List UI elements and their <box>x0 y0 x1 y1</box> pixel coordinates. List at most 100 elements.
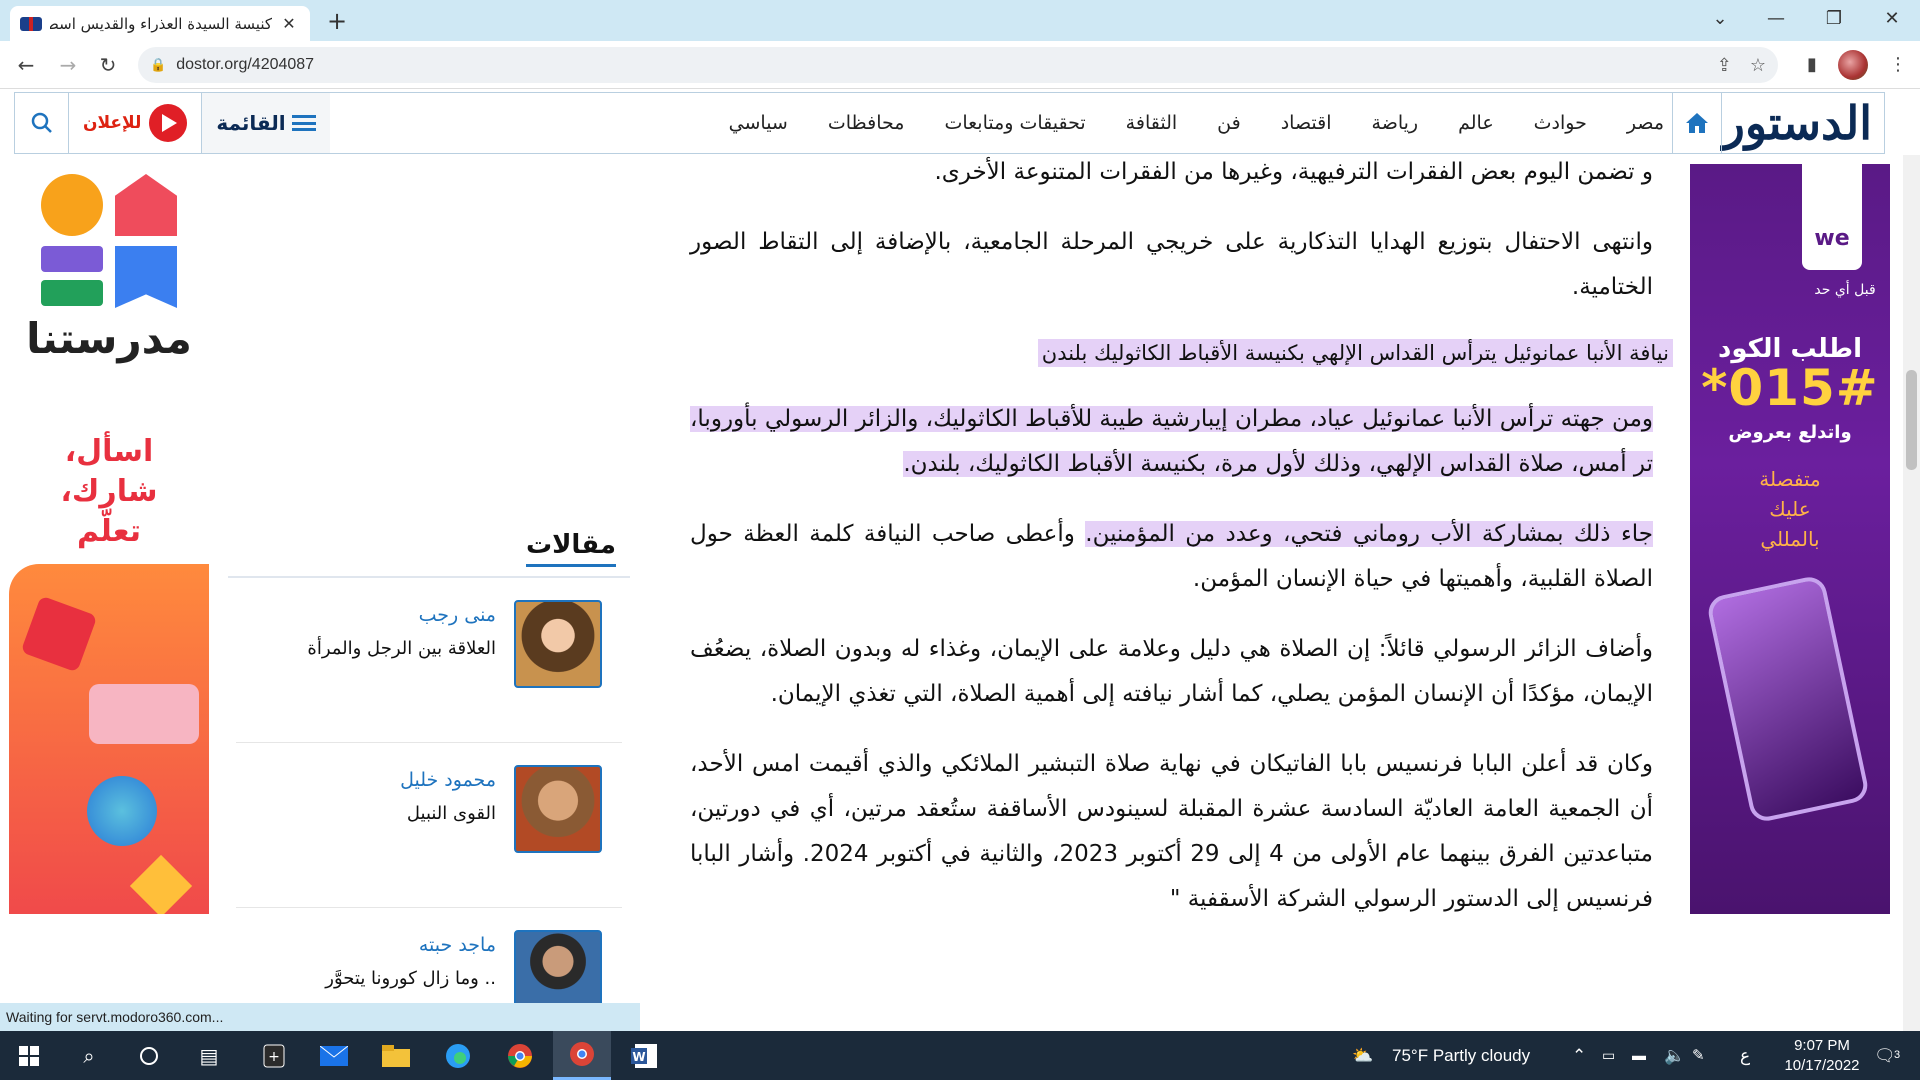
writer-photo[interactable] <box>514 765 602 853</box>
advertise-button[interactable]: للإعلان <box>69 93 203 153</box>
logo-bookmark-shape <box>115 246 177 308</box>
logo-house-shape <box>115 174 177 236</box>
forward-icon[interactable]: → <box>52 49 84 81</box>
page-scrollbar[interactable] <box>1903 155 1920 1031</box>
writer-article-title[interactable]: القوى النبيل <box>407 803 496 824</box>
weather-icon[interactable]: ⛅ <box>1352 1031 1373 1080</box>
nav-item-egypt[interactable]: مصر <box>1627 112 1664 134</box>
article-body: و تضمن اليوم بعض الفقرات الترفيهية، وغير… <box>690 150 1673 947</box>
reload-icon[interactable]: ↻ <box>92 49 124 81</box>
input-language[interactable]: ع <box>1740 1031 1750 1080</box>
edge-icon[interactable] <box>429 1031 487 1080</box>
we-code: *015# <box>1701 359 1879 417</box>
nav-item-governorates[interactable]: محافظات <box>828 112 905 134</box>
clock-time: 9:07 PM <box>1794 1037 1850 1054</box>
nav-item-world[interactable]: عالم <box>1458 112 1494 134</box>
chrome-icon[interactable] <box>491 1031 549 1080</box>
browser-tab[interactable]: كنيسة السيدة العذراء والقديس اسط ✕ <box>10 6 310 41</box>
bookmark-star-icon[interactable]: ☆ <box>1750 55 1766 76</box>
articles-header: مقالات <box>228 520 630 578</box>
address-bar[interactable]: 🔒 dostor.org/4204087 ⇪ ☆ <box>138 47 1778 83</box>
network-icon[interactable]: ▭ <box>1602 1031 1615 1080</box>
calculator-app-icon[interactable]: + <box>245 1031 303 1080</box>
notification-icon[interactable]: 🗨 <box>1874 1031 1896 1080</box>
article-paragraph: وكان قد أعلن البابا فرنسيس بابا الفاتيكا… <box>690 751 1653 912</box>
we-logo: we <box>1802 164 1862 270</box>
writer-card[interactable]: محمود خليل القوى النبيل <box>236 743 622 908</box>
highlighted-text: ومن جهته ترأس الأنبا عمانوئيل عياد، مطرا… <box>690 406 1653 477</box>
search-taskbar-icon[interactable]: ⌕ <box>60 1031 118 1080</box>
writer-name[interactable]: منى رجب <box>419 604 496 626</box>
nav-item-sports[interactable]: رياضة <box>1372 112 1419 134</box>
windows-taskbar: ⌕ ▤ + W ⛅ 75°F Partly cloudy ⌃ ▭ ▬ 🔈 ✎ ع… <box>0 1031 1920 1080</box>
nav-item-economy[interactable]: اقتصاد <box>1281 112 1332 134</box>
side-panel-icon[interactable]: ▮ <box>1796 49 1828 81</box>
logo-bar-shape <box>41 246 103 272</box>
mail-app-icon[interactable] <box>305 1031 363 1080</box>
madrasatuna-advertisement[interactable]: مدرستنا اسأل، شارك، تعلّم <box>9 164 209 914</box>
notification-count: 3 <box>1894 1049 1901 1061</box>
globe-shape <box>87 776 157 846</box>
writer-article-title[interactable]: العلاقة بين الرجل والمرأة <box>307 638 496 659</box>
pen-icon[interactable]: ✎ <box>1692 1031 1705 1080</box>
url-text[interactable]: dostor.org/4204087 <box>176 56 1699 74</box>
profile-avatar[interactable] <box>1838 50 1868 80</box>
clock-date: 10/17/2022 <box>1784 1057 1860 1074</box>
cortana-icon[interactable] <box>120 1031 178 1080</box>
nav-item-art[interactable]: فن <box>1217 112 1241 134</box>
logo-circle-shape <box>41 174 103 236</box>
tab-title: كنيسة السيدة العذراء والقديس اسط <box>50 14 272 33</box>
more-menu-icon[interactable]: ⋮ <box>1882 49 1914 81</box>
advertise-label: للإعلان <box>83 113 142 133</box>
tab-close-icon[interactable]: ✕ <box>278 14 300 33</box>
task-view-icon[interactable]: ▤ <box>180 1031 238 1080</box>
nav-item-politics[interactable]: سياسي <box>729 112 788 134</box>
new-tab-button[interactable]: + <box>322 6 352 36</box>
clock[interactable]: 9:07 PM 10/17/2022 <box>1782 1036 1862 1085</box>
browser-status-bar: Waiting for servt.modoro360.com... <box>0 1003 640 1031</box>
article-paragraph: ومن جهته ترأس الأنبا عمانوئيل عياد، مطرا… <box>690 397 1653 487</box>
articles-heading: مقالات <box>525 530 616 567</box>
phone-illustration <box>1705 574 1871 824</box>
home-icon[interactable] <box>1672 93 1722 153</box>
windows-start-icon[interactable] <box>0 1031 58 1080</box>
writer-name[interactable]: ماجد حبته <box>419 934 496 956</box>
writer-article-title[interactable]: .. وما زال كورونا يتحوَّر <box>325 968 496 989</box>
site-favicon <box>20 16 42 31</box>
logo-bar-shape <box>41 280 103 306</box>
share-icon[interactable]: ⇪ <box>1717 55 1732 76</box>
volume-icon[interactable]: 🔈 <box>1664 1031 1685 1080</box>
search-icon <box>31 112 52 133</box>
search-button[interactable] <box>15 93 69 153</box>
svg-text:W: W <box>632 1050 645 1064</box>
battery-icon[interactable]: ▬ <box>1632 1031 1646 1080</box>
tray-chevron-icon[interactable]: ⌃ <box>1572 1031 1586 1080</box>
weather-text[interactable]: 75°F Partly cloudy <box>1392 1031 1530 1080</box>
nav-item-accidents[interactable]: حوادث <box>1534 112 1587 134</box>
tablet-shape <box>89 684 199 744</box>
browser-toolbar: ← → ↻ 🔒 dostor.org/4204087 ⇪ ☆ ▮ ⋮ <box>0 41 1920 89</box>
site-logo[interactable]: الدستور <box>1723 97 1872 149</box>
we-sub: واتدلع بعروض <box>1728 422 1852 443</box>
writer-card[interactable]: منى رجب العلاقة بين الرجل والمرأة <box>236 578 622 743</box>
menu-button[interactable]: القائمة <box>202 93 330 153</box>
lock-icon[interactable]: 🔒 <box>150 58 166 73</box>
chrome-profile-icon[interactable] <box>553 1031 611 1080</box>
restore-icon[interactable]: ❐ <box>1806 0 1862 41</box>
site-header: الدستور مصر حوادث عالم رياضة اقتصاد فن ا… <box>14 92 1885 154</box>
file-explorer-icon[interactable] <box>367 1031 425 1080</box>
we-advertisement[interactable]: we قبل أي حد اطلب الكود *015# واتدلع بعر… <box>1690 164 1890 914</box>
svg-text:+: + <box>268 1049 280 1065</box>
writer-photo[interactable] <box>514 600 602 688</box>
back-icon[interactable]: ← <box>10 49 42 81</box>
close-window-icon[interactable]: ✕ <box>1864 0 1920 41</box>
tab-search-icon[interactable]: ⌄ <box>1692 0 1748 41</box>
nav-item-investigations[interactable]: تحقيقات ومتابعات <box>944 112 1085 134</box>
writer-name[interactable]: محمود خليل <box>400 769 496 791</box>
hamburger-icon <box>291 115 316 131</box>
scrollbar-thumb[interactable] <box>1906 370 1917 470</box>
minimize-icon[interactable]: — <box>1748 0 1804 41</box>
header-tools: للإعلان القائمة <box>15 93 330 153</box>
nav-item-culture[interactable]: الثقافة <box>1126 112 1177 134</box>
word-app-icon[interactable]: W <box>615 1031 673 1080</box>
